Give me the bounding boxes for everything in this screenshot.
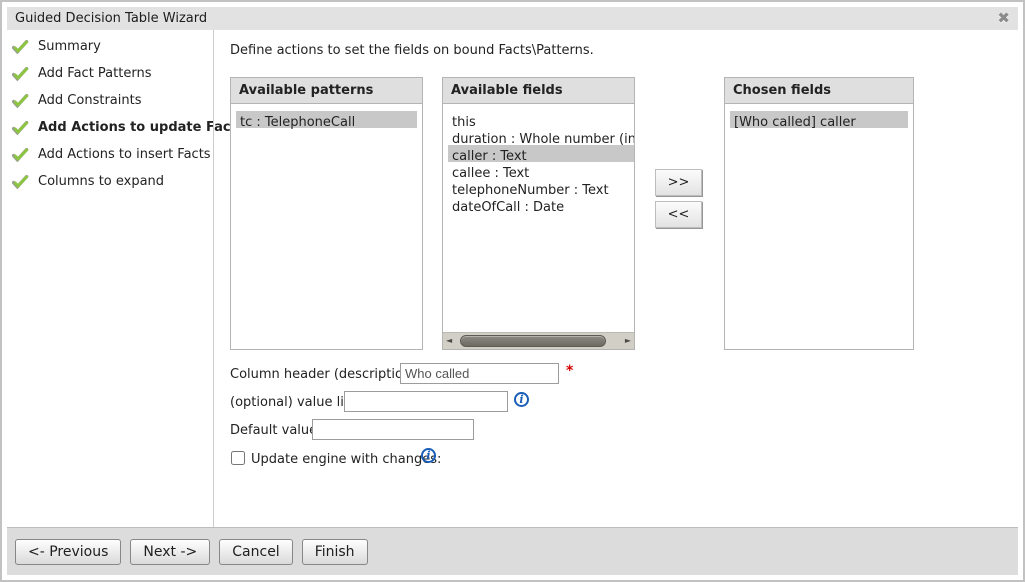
check-icon [12, 121, 29, 135]
info-icon[interactable]: i [514, 392, 529, 407]
available-patterns-body: tc : TelephoneCall [231, 104, 422, 349]
sidebar-item-columns-to-expand[interactable]: Columns to expand [12, 168, 212, 195]
scroll-left-icon[interactable]: ◄ [446, 337, 452, 345]
column-header-input[interactable] [400, 363, 559, 384]
dialog-title: Guided Decision Table Wizard [15, 11, 207, 26]
list-item[interactable]: this [448, 111, 629, 128]
sidebar-item-summary[interactable]: Summary [12, 33, 212, 60]
available-patterns-list: Available patterns tc : TelephoneCall [230, 77, 423, 350]
chosen-fields-body: [Who called] caller [725, 104, 913, 349]
sidebar-item-label: Summary [38, 39, 101, 54]
value-list-label: (optional) value list: [230, 395, 360, 410]
available-patterns-header: Available patterns [231, 78, 422, 104]
horizontal-scrollbar[interactable]: ◄ ► [443, 332, 634, 349]
list-item[interactable]: callee : Text [448, 162, 629, 179]
list-item[interactable]: duration : Whole number (integer) [448, 128, 629, 145]
cancel-button[interactable]: Cancel [219, 539, 292, 565]
previous-button[interactable]: <- Previous [15, 539, 121, 565]
sidebar-divider [213, 30, 214, 529]
value-list-input[interactable] [344, 391, 508, 412]
available-fields-header: Available fields [443, 78, 634, 104]
sidebar-item-label: Add Fact Patterns [38, 66, 151, 81]
available-fields-list: Available fields this duration : Whole n… [442, 77, 635, 350]
check-icon [12, 148, 29, 162]
wizard-steps-sidebar: Summary Add Fact Patterns Add Constraint… [12, 33, 212, 195]
check-icon [12, 40, 29, 54]
default-value-label: Default value: [230, 423, 322, 438]
page-instruction: Define actions to set the fields on boun… [230, 43, 594, 58]
sidebar-item-add-actions-update-facts[interactable]: Add Actions to update Facts [12, 114, 212, 141]
column-header-label: Column header (description): [230, 367, 421, 382]
remove-field-button[interactable]: << [655, 201, 702, 228]
update-engine-checkbox[interactable] [231, 451, 245, 465]
chosen-fields-header: Chosen fields [725, 78, 913, 104]
chosen-fields-list: Chosen fields [Who called] caller [724, 77, 914, 350]
close-icon[interactable]: ✖ [997, 11, 1010, 26]
required-asterisk: * [566, 363, 573, 379]
check-icon [12, 94, 29, 108]
sidebar-item-label: Add Constraints [38, 93, 141, 108]
scroll-right-icon[interactable]: ► [625, 337, 631, 345]
title-bar: Guided Decision Table Wizard ✖ [7, 7, 1018, 30]
info-icon[interactable]: i [421, 448, 436, 463]
scrollbar-thumb[interactable] [460, 335, 606, 347]
list-item[interactable]: [Who called] caller [730, 111, 908, 128]
add-field-button[interactable]: >> [655, 169, 702, 196]
guided-decision-table-wizard-dialog: Guided Decision Table Wizard ✖ Summary A… [0, 0, 1025, 582]
update-engine-label: Update engine with changes: [251, 452, 441, 467]
sidebar-item-add-actions-insert-facts[interactable]: Add Actions to insert Facts [12, 141, 212, 168]
sidebar-item-label: Add Actions to insert Facts [38, 147, 211, 162]
check-icon [12, 67, 29, 81]
check-icon [12, 175, 29, 189]
list-item[interactable]: tc : TelephoneCall [236, 111, 417, 128]
sidebar-item-label: Columns to expand [38, 174, 164, 189]
list-item[interactable]: telephoneNumber : Text [448, 179, 629, 196]
next-button[interactable]: Next -> [130, 539, 210, 565]
footer-button-bar: <- Previous Next -> Cancel Finish [7, 527, 1018, 575]
sidebar-item-add-constraints[interactable]: Add Constraints [12, 87, 212, 114]
sidebar-item-add-fact-patterns[interactable]: Add Fact Patterns [12, 60, 212, 87]
default-value-input[interactable] [312, 419, 474, 440]
available-fields-body: this duration : Whole number (integer) c… [443, 104, 634, 349]
finish-button[interactable]: Finish [302, 539, 368, 565]
